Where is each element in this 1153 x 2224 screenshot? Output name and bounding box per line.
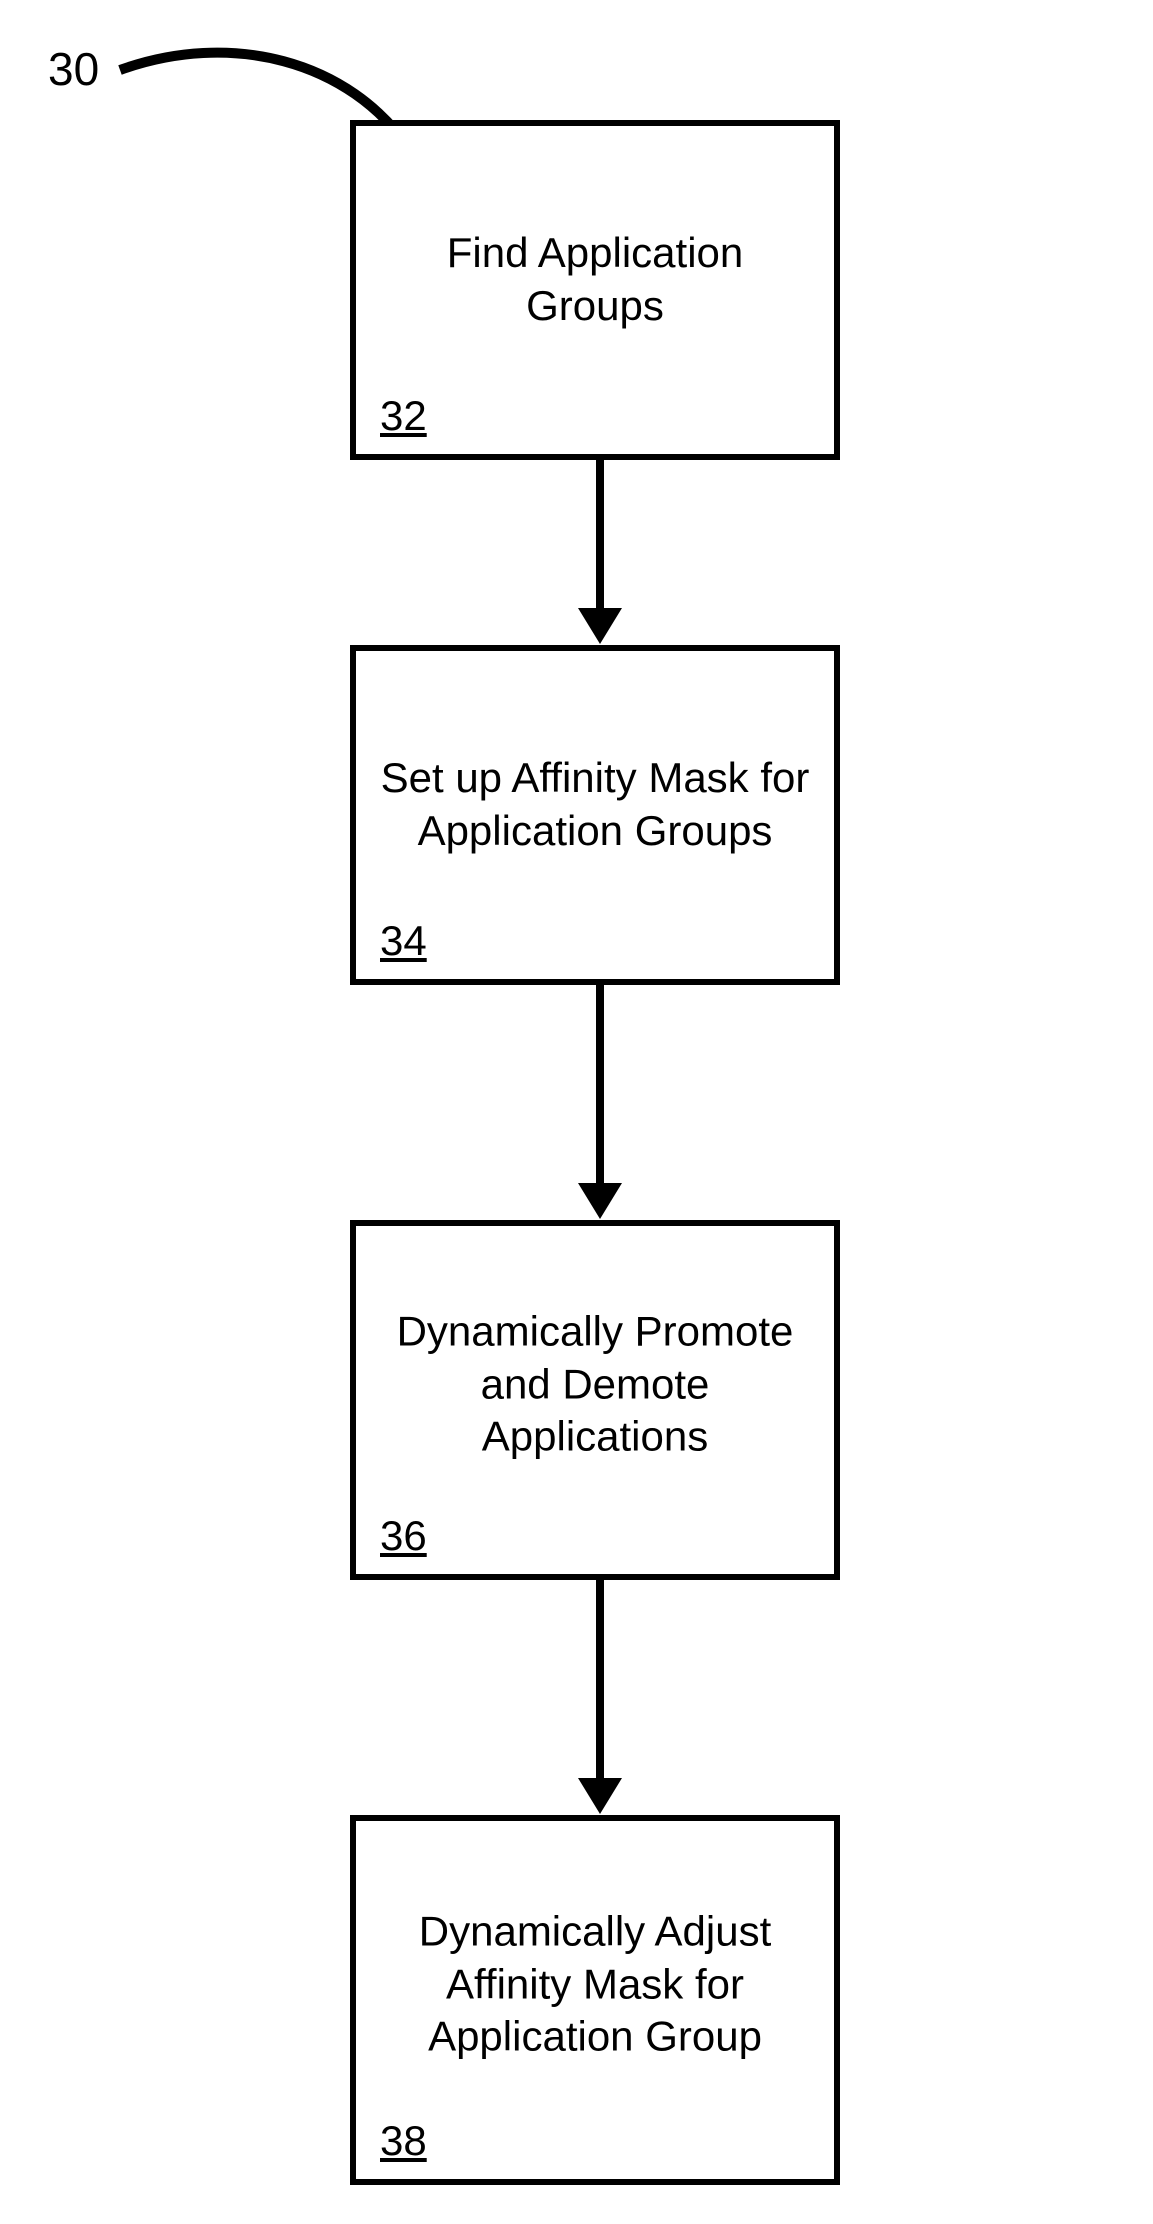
flow-step-box: Find Application Groups 32 (350, 120, 840, 460)
flow-step-number: 34 (380, 917, 427, 965)
arrow-down-head-icon (578, 608, 622, 644)
flow-step-box: Set up Affinity Mask for Application Gro… (350, 645, 840, 985)
arrow-down-icon (596, 985, 604, 1185)
flow-step-text: Find Application Groups (356, 227, 834, 332)
flow-step-number: 38 (380, 2117, 427, 2165)
flow-step-text: Dynamically Promote and Demote Applicati… (356, 1306, 834, 1464)
flow-step-text: Set up Affinity Mask for Application Gro… (356, 752, 834, 857)
flow-step-number: 36 (380, 1512, 427, 1560)
flow-step-text: Dynamically Adjust Affinity Mask for App… (356, 1906, 834, 2064)
arrow-down-icon (596, 460, 604, 610)
flow-step-number: 32 (380, 392, 427, 440)
arrow-down-icon (596, 1580, 604, 1780)
flow-step-box: Dynamically Adjust Affinity Mask for App… (350, 1815, 840, 2185)
flow-step-box: Dynamically Promote and Demote Applicati… (350, 1220, 840, 1580)
arrow-down-head-icon (578, 1183, 622, 1219)
arrow-down-head-icon (578, 1778, 622, 1814)
